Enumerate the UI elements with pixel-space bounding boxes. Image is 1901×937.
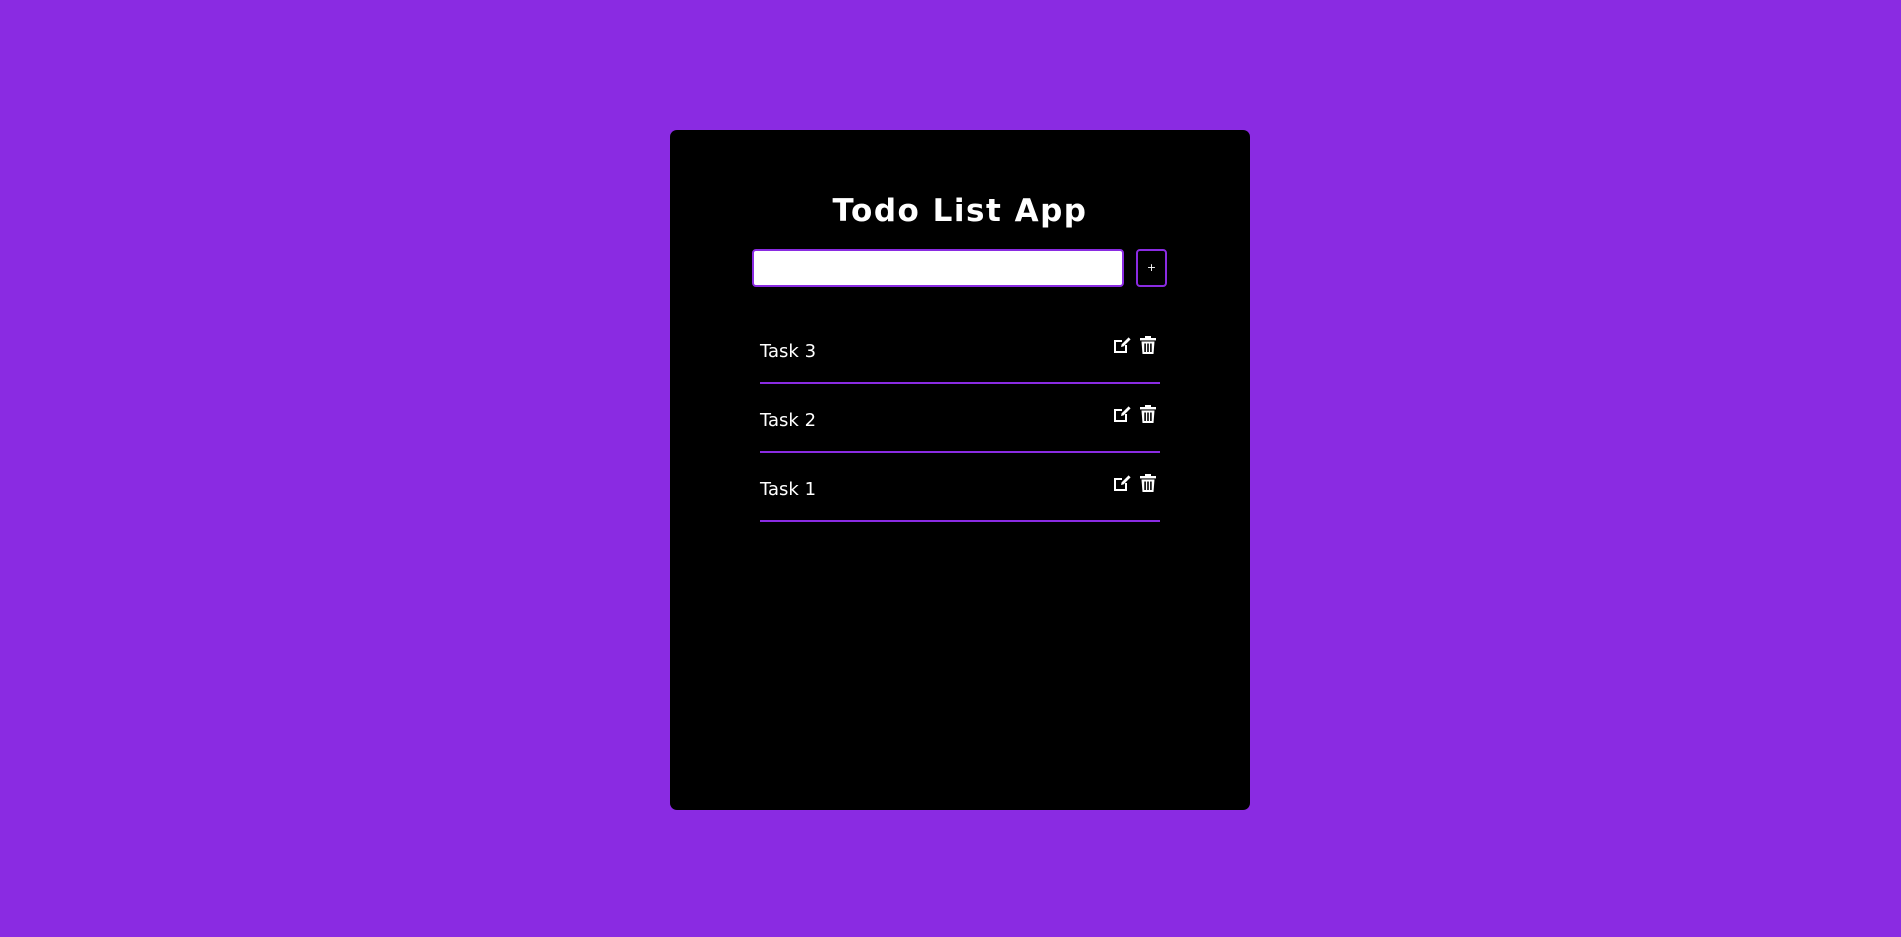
task-input[interactable] bbox=[752, 249, 1124, 287]
task-text: Task 3 bbox=[760, 341, 817, 362]
app-title: Todo List App bbox=[832, 193, 1088, 229]
task-actions bbox=[1112, 404, 1158, 424]
trash-icon[interactable] bbox=[1138, 473, 1158, 493]
add-task-button[interactable]: + bbox=[1136, 249, 1167, 287]
task-text: Task 2 bbox=[760, 410, 817, 431]
task-item: Task 3 bbox=[760, 315, 1160, 384]
task-text: Task 1 bbox=[760, 479, 817, 500]
task-actions bbox=[1112, 473, 1158, 493]
edit-icon[interactable] bbox=[1112, 335, 1132, 355]
trash-icon[interactable] bbox=[1138, 404, 1158, 424]
edit-icon[interactable] bbox=[1112, 404, 1132, 424]
todo-card: Todo List App + Task 3 Task 2 Task 1 bbox=[670, 130, 1250, 810]
task-item: Task 2 bbox=[760, 384, 1160, 453]
edit-icon[interactable] bbox=[1112, 473, 1132, 493]
task-item: Task 1 bbox=[760, 453, 1160, 522]
task-actions bbox=[1112, 335, 1158, 355]
trash-icon[interactable] bbox=[1138, 335, 1158, 355]
task-list: Task 3 Task 2 Task 1 bbox=[760, 315, 1160, 522]
